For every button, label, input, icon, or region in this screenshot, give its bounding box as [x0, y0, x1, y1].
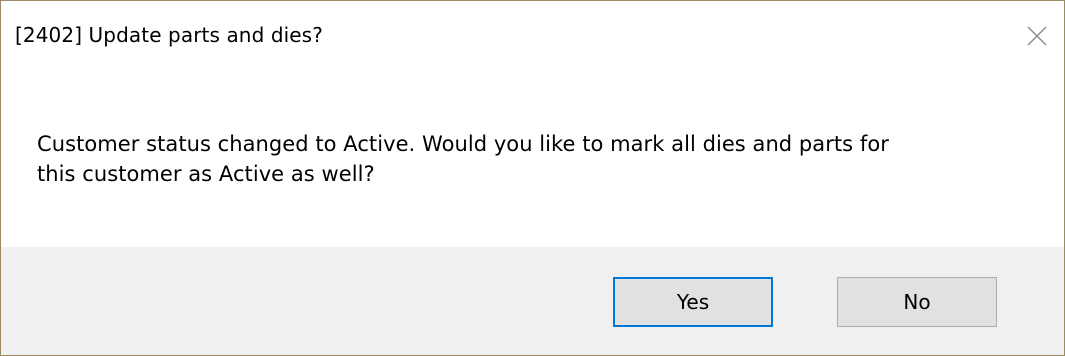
yes-button[interactable]: Yes	[613, 277, 773, 327]
message-line-2: this customer as Active as well?	[37, 162, 375, 186]
dialog-message: Customer status changed to Active. Would…	[37, 129, 1027, 189]
button-bar: Yes No	[1, 247, 1064, 355]
dialog-content: Customer status changed to Active. Would…	[1, 79, 1064, 247]
close-button[interactable]	[1011, 11, 1063, 61]
title-bar[interactable]: [2402] Update parts and dies?	[1, 1, 1064, 79]
dialog-title: [2402] Update parts and dies?	[15, 23, 323, 47]
no-button[interactable]: No	[837, 277, 997, 327]
message-dialog: [2402] Update parts and dies? Customer s…	[0, 0, 1065, 356]
close-icon	[1027, 26, 1047, 46]
message-line-1: Customer status changed to Active. Would…	[37, 132, 889, 156]
